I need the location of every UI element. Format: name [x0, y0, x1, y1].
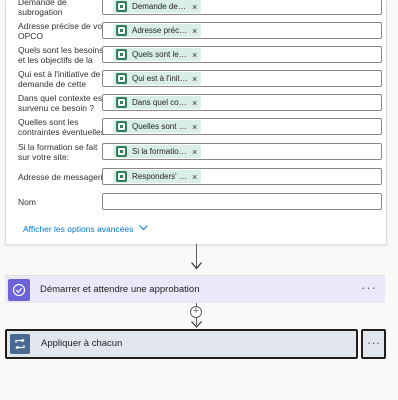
- advanced-options-label: Afficher les options avancées: [23, 224, 134, 234]
- token-close-icon[interactable]: ×: [192, 26, 197, 36]
- approval-step-title: Démarrer et attendre une approbation: [40, 284, 200, 295]
- dynamic-content-token[interactable]: Si la formation ... ×: [113, 145, 201, 158]
- apply-to-each-title: Appliquer à chacun: [41, 338, 123, 349]
- token-close-icon[interactable]: ×: [192, 147, 197, 157]
- forms-icon: [116, 121, 127, 132]
- token-text: Quels sont les ...: [132, 50, 188, 59]
- field-row-formation-site: Si la formation se fait sur votre site: …: [18, 142, 382, 162]
- field-label: Adresse précise de votre OPCO: [18, 21, 110, 41]
- forms-icon: [116, 25, 127, 36]
- token-close-icon[interactable]: ×: [192, 50, 197, 60]
- name-input[interactable]: [102, 193, 382, 210]
- field-row-contexte: Dans quel contexte est survenu ce besoin…: [18, 93, 382, 113]
- field-row-messagerie: Adresse de messagerie Responders' E... ×: [18, 168, 382, 187]
- token-close-icon[interactable]: ×: [192, 172, 197, 182]
- dynamic-content-token[interactable]: Responders' E... ×: [113, 170, 201, 183]
- field-label: Dans quel contexte est survenu ce besoin…: [18, 93, 105, 113]
- field-input[interactable]: Si la formation ... ×: [102, 143, 382, 160]
- field-input[interactable]: Quels sont les ... ×: [102, 46, 382, 63]
- field-label: Nom: [18, 197, 36, 207]
- dynamic-content-token[interactable]: Dans quel cont... ×: [113, 96, 201, 109]
- token-text: Qui est à l'initi...: [132, 74, 188, 83]
- field-label: Si la formation se fait sur votre site:: [18, 142, 98, 162]
- field-label: Demande de subrogation: [18, 0, 67, 17]
- field-input[interactable]: Adresse précis... ×: [102, 22, 382, 39]
- field-label: Adresse de messagerie: [18, 172, 108, 182]
- forms-icon: [116, 97, 127, 108]
- show-advanced-options-link[interactable]: Afficher les options avancées: [23, 224, 149, 234]
- approval-step[interactable]: Démarrer et attendre une approbation ···: [5, 275, 385, 303]
- token-close-icon[interactable]: ×: [192, 74, 197, 84]
- dynamic-content-token[interactable]: Quelles sont le... ×: [113, 120, 201, 133]
- approval-icon: [8, 279, 30, 301]
- token-text: Dans quel cont...: [132, 98, 188, 107]
- apply-to-each-step[interactable]: Appliquer à chacun: [5, 329, 358, 359]
- forms-icon: [116, 171, 127, 182]
- token-text: Responders' E...: [132, 172, 188, 181]
- more-options-icon[interactable]: ···: [361, 329, 386, 359]
- field-label: Qui est à l'initiative de la demande de …: [18, 69, 109, 89]
- field-row-besoins-objectifs: Quels sont les besoins et les objectifs …: [18, 45, 382, 65]
- arrow-down-icon: [191, 262, 202, 272]
- token-text: Adresse précis...: [132, 26, 188, 35]
- action-card-body: Demande de subrogation Demande de s... ×…: [5, 0, 387, 245]
- loop-icon: [10, 334, 30, 354]
- forms-icon: [116, 49, 127, 60]
- dynamic-content-token[interactable]: Adresse précis... ×: [113, 24, 201, 37]
- token-close-icon[interactable]: ×: [192, 98, 197, 108]
- field-label: Quels sont les besoins et les objectifs …: [18, 45, 104, 65]
- token-close-icon[interactable]: ×: [192, 2, 197, 12]
- dynamic-content-token[interactable]: Qui est à l'initi... ×: [113, 72, 201, 85]
- field-input[interactable]: Demande de s... ×: [102, 0, 382, 15]
- field-input[interactable]: Qui est à l'initi... ×: [102, 70, 382, 87]
- plus-icon[interactable]: +: [190, 306, 202, 318]
- field-row-adresse-opco: Adresse précise de votre OPCO Adresse pr…: [18, 21, 382, 41]
- field-input[interactable]: Dans quel cont... ×: [102, 94, 382, 111]
- token-text: Demande de s...: [132, 2, 188, 11]
- chevron-down-icon: [139, 224, 149, 233]
- token-text: Quelles sont le...: [132, 122, 188, 131]
- field-row-initiative: Qui est à l'initiative de la demande de …: [18, 69, 382, 89]
- field-row-nom: Nom: [18, 193, 382, 212]
- field-label: Quelles sont les contraintes éventuelles: [18, 117, 105, 137]
- field-row-demande-subrogation: Demande de subrogation Demande de s... ×: [18, 0, 382, 17]
- field-input[interactable]: Responders' E... ×: [102, 168, 382, 185]
- field-row-contraintes: Quelles sont les contraintes éventuelles…: [18, 117, 382, 137]
- token-text: Si la formation ...: [132, 147, 188, 156]
- dynamic-content-token[interactable]: Quels sont les ... ×: [113, 48, 201, 61]
- token-close-icon[interactable]: ×: [192, 122, 197, 132]
- more-options-icon[interactable]: ···: [361, 276, 377, 300]
- field-input[interactable]: Quelles sont le... ×: [102, 118, 382, 135]
- forms-icon: [116, 1, 127, 12]
- dynamic-content-token[interactable]: Demande de s... ×: [113, 0, 201, 13]
- forms-icon: [116, 73, 127, 84]
- forms-icon: [116, 146, 127, 157]
